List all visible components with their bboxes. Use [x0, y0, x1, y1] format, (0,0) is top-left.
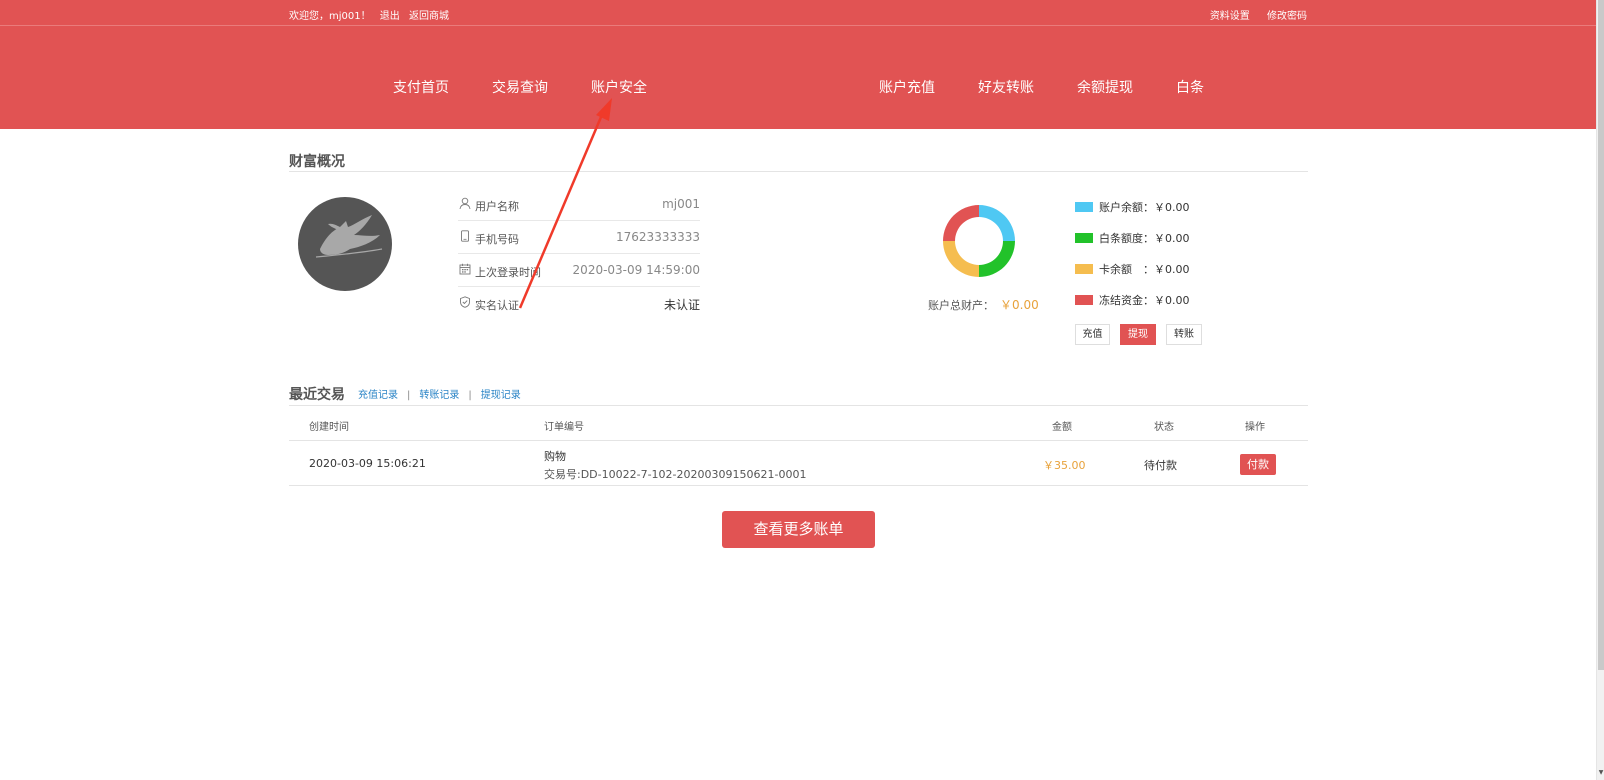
pegasus-logo-icon: [315, 215, 383, 258]
shield-icon: [460, 296, 470, 308]
last-login-label: 上次登录时间: [475, 266, 541, 279]
profile-settings-link[interactable]: 资料设置: [1210, 11, 1250, 22]
page: 欢迎您，mj001！ 退出 返回商城 资料设置 修改密码 支付首页 交易查询 账…: [0, 0, 1604, 780]
legend-value: ￥0.00: [1154, 294, 1190, 307]
divider: [289, 440, 1308, 441]
donut-segment-baitiao: [979, 241, 1015, 277]
assets-donut-chart: [943, 205, 1015, 277]
donut-segment-balance: [979, 205, 1015, 241]
phone-value: 17623333333: [616, 230, 700, 244]
col-status: 状态: [1154, 422, 1174, 433]
legend-baitiao: 白条额度：￥0.00: [1075, 230, 1190, 246]
legend-swatch: [1075, 202, 1093, 212]
avatar: [298, 197, 392, 291]
transfer-button[interactable]: 转账: [1166, 324, 1202, 345]
realname-label: 实名认证: [475, 299, 519, 312]
total-assets-value: ￥0.00: [1000, 298, 1039, 312]
legend-frozen: 冻结资金：￥0.00: [1075, 292, 1190, 308]
legend-label: 账户余额：: [1099, 201, 1154, 214]
wealth-title: 财富概况: [289, 154, 345, 170]
nav-balance-withdraw[interactable]: 余额提现: [1077, 77, 1133, 97]
realname-status: 未认证: [663, 298, 700, 312]
view-more-bills-button[interactable]: 查看更多账单: [722, 511, 875, 548]
change-password-link[interactable]: 修改密码: [1267, 11, 1307, 22]
info-row-realname: 实名认证 未认证: [458, 287, 700, 320]
tab-transfer-records[interactable]: 转账记录: [419, 390, 459, 401]
tab-withdraw-records[interactable]: 提现记录: [481, 390, 521, 401]
info-row-username: 用户名称 mj001: [458, 188, 700, 221]
recent-title: 最近交易: [289, 387, 345, 403]
tab-separator: |: [468, 390, 472, 401]
logout-link[interactable]: 退出: [380, 11, 400, 22]
back-to-mall-link[interactable]: 返回商城: [409, 11, 449, 22]
divider: [289, 171, 1308, 172]
row-created-time: 2020-03-09 15:06:21: [309, 457, 426, 470]
nav-pay-home[interactable]: 支付首页: [393, 77, 449, 97]
col-action: 操作: [1245, 422, 1265, 433]
phone-label: 手机号码: [475, 233, 519, 246]
pay-button[interactable]: 付款: [1240, 454, 1276, 475]
row-status: 待付款: [1144, 459, 1177, 472]
legend-swatch: [1075, 264, 1093, 274]
legend-label: 冻结资金：: [1099, 294, 1154, 307]
tab-recharge-records[interactable]: 充值记录: [358, 390, 398, 401]
username-label: 用户名称: [475, 200, 519, 213]
scrollbar-thumb[interactable]: [1598, 0, 1604, 670]
calendar-icon: [459, 263, 471, 275]
divider: [289, 485, 1308, 486]
legend-label: 卡余额 ：: [1099, 263, 1154, 276]
nav-transaction-query[interactable]: 交易查询: [492, 77, 548, 97]
phone-icon: [461, 230, 469, 242]
legend-value: ￥0.00: [1154, 263, 1190, 276]
col-amount: 金额: [1052, 422, 1072, 433]
nav-baitiao[interactable]: 白条: [1176, 77, 1204, 97]
scrollbar[interactable]: ▼: [1596, 0, 1604, 780]
welcome-text: 欢迎您，mj001！: [289, 11, 371, 22]
nav-account-recharge[interactable]: 账户充值: [879, 77, 935, 97]
nav-account-security[interactable]: 账户安全: [591, 77, 647, 97]
donut-segment-frozen: [943, 205, 979, 241]
username-value: mj001: [662, 197, 700, 211]
donut-segment-card: [943, 241, 979, 277]
total-assets-label: 账户总财产：: [928, 299, 994, 312]
col-created-time: 创建时间: [309, 422, 349, 433]
nav-friend-transfer[interactable]: 好友转账: [978, 77, 1034, 97]
legend-label: 白条额度：: [1099, 232, 1154, 245]
last-login-value: 2020-03-09 14:59:00: [572, 263, 700, 277]
recharge-button[interactable]: 充值: [1075, 324, 1110, 345]
legend-balance: 账户余额：￥0.00: [1075, 199, 1190, 215]
legend-swatch: [1075, 295, 1093, 305]
top-bar: 欢迎您，mj001！ 退出 返回商城 资料设置 修改密码: [0, 0, 1596, 26]
withdraw-button[interactable]: 提现: [1120, 324, 1156, 345]
col-order-number: 订单编号: [544, 422, 584, 433]
info-row-phone: 手机号码 17623333333: [458, 221, 700, 254]
legend-swatch: [1075, 233, 1093, 243]
total-assets: 账户总财产： ￥0.00: [928, 296, 1039, 313]
legend-value: ￥0.00: [1154, 232, 1190, 245]
row-amount: ￥35.00: [1043, 459, 1086, 472]
legend-card: 卡余额 ：￥0.00: [1075, 261, 1190, 277]
main-nav: 支付首页 交易查询 账户安全 账户充值 好友转账 余额提现 白条: [0, 26, 1596, 129]
info-row-last-login: 上次登录时间 2020-03-09 14:59:00: [458, 254, 700, 287]
record-tabs: 充值记录 | 转账记录 | 提现记录: [358, 386, 521, 401]
row-order-name: 购物: [544, 450, 566, 463]
tab-separator: |: [407, 390, 411, 401]
divider: [289, 405, 1308, 406]
row-order-number: 交易号:DD-10022-7-102-20200309150621-0001: [544, 468, 807, 481]
scroll-down-icon[interactable]: ▼: [1597, 769, 1604, 776]
user-icon: [459, 197, 471, 209]
legend-value: ￥0.00: [1154, 201, 1190, 214]
